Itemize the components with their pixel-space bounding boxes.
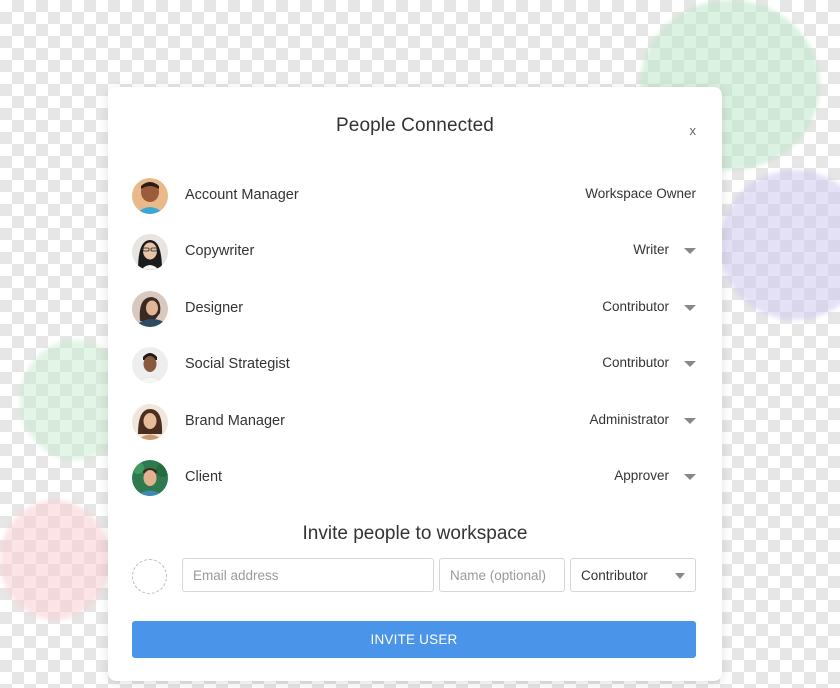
- people-connected-modal: People Connected x Account Manager Works…: [108, 87, 722, 681]
- decorative-blob-purple: [720, 170, 840, 320]
- person-row-copywriter: Copywriter Writer: [132, 233, 696, 273]
- person-name: Social Strategist: [185, 356, 290, 372]
- chevron-down-icon[interactable]: [684, 474, 696, 480]
- name-input[interactable]: [439, 558, 565, 592]
- close-button[interactable]: x: [690, 123, 697, 138]
- role-dropdown-value[interactable]: Approver: [614, 468, 669, 483]
- chevron-down-icon: [675, 573, 685, 579]
- person-row-brand-manager: Brand Manager Administrator: [132, 403, 696, 443]
- person-role: Workspace Owner: [585, 186, 696, 201]
- invite-user-button[interactable]: INVITE USER: [132, 621, 696, 658]
- person-row-social-strategist: Social Strategist Contributor: [132, 346, 696, 386]
- email-input[interactable]: [182, 558, 434, 592]
- avatar-placeholder-icon: [132, 559, 167, 594]
- person-name: Client: [185, 469, 223, 485]
- avatar: [132, 460, 168, 496]
- avatar: [132, 404, 168, 440]
- person-row-client: Client Approver: [132, 459, 696, 499]
- role-dropdown-value[interactable]: Writer: [633, 242, 669, 257]
- person-name: Account Manager: [185, 187, 299, 203]
- avatar: [132, 291, 168, 327]
- person-row-designer: Designer Contributor: [132, 290, 696, 330]
- person-row-account-manager: Account Manager Workspace Owner: [132, 177, 696, 217]
- avatar: [132, 178, 168, 214]
- chevron-down-icon[interactable]: [684, 248, 696, 254]
- person-name: Designer: [185, 300, 244, 316]
- invite-section-title: Invite people to workspace: [302, 523, 528, 544]
- avatar: [132, 347, 168, 383]
- person-name: Copywriter: [185, 243, 255, 259]
- role-dropdown-value[interactable]: Contributor: [602, 299, 669, 314]
- role-select-value: Contributor: [581, 568, 648, 583]
- avatar: [132, 234, 168, 270]
- decorative-blob-red: [0, 500, 110, 620]
- chevron-down-icon[interactable]: [684, 305, 696, 311]
- role-dropdown-value[interactable]: Administrator: [589, 412, 669, 427]
- modal-title: People Connected: [336, 115, 494, 136]
- role-dropdown-value[interactable]: Contributor: [602, 355, 669, 370]
- person-name: Brand Manager: [185, 413, 285, 429]
- chevron-down-icon[interactable]: [684, 361, 696, 367]
- role-select[interactable]: Contributor: [570, 558, 696, 592]
- chevron-down-icon[interactable]: [684, 418, 696, 424]
